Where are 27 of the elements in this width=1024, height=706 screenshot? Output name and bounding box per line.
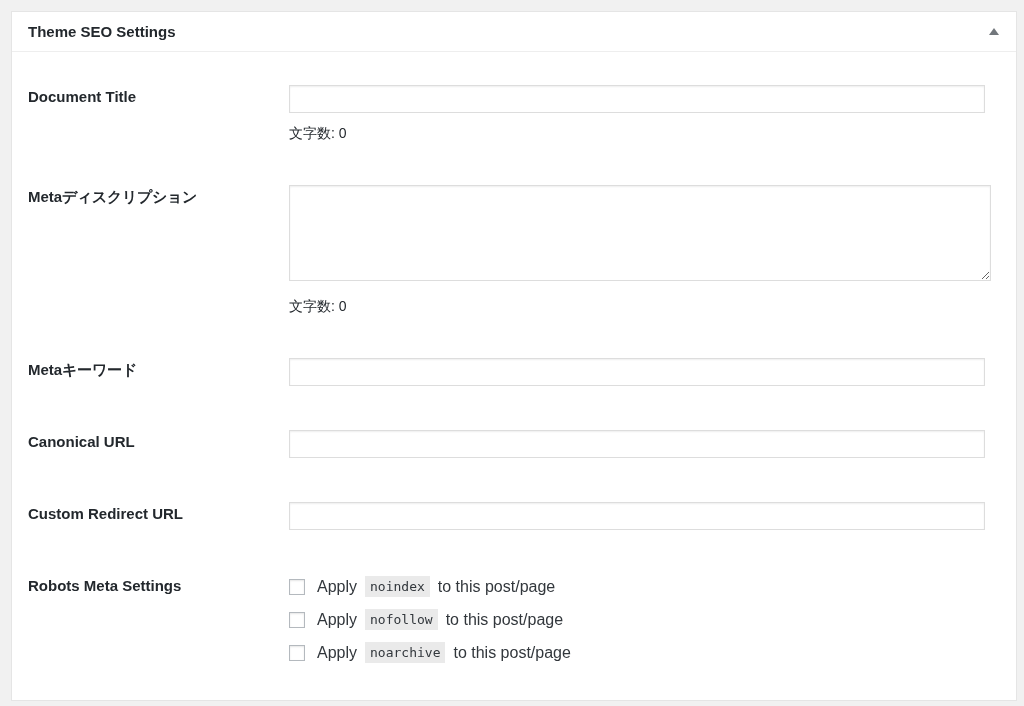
option-text: Apply [317,610,358,629]
field-label: Metaディスクリプション [28,187,199,207]
panel-title: Theme SEO Settings [28,23,176,40]
option-text: to this post/page [453,643,571,662]
field-label: Document Title [28,87,138,107]
checkbox[interactable] [289,611,305,628]
option-text: Apply [317,577,358,596]
checkbox[interactable] [289,644,305,661]
input-field[interactable] [289,430,985,458]
field-label: Metaキーワード [28,360,139,380]
code-tag: noindex [365,576,430,597]
character-count: 文字数: 0 [289,298,348,314]
option-text: Apply [317,643,358,662]
checkbox[interactable] [289,578,305,595]
input-field[interactable] [289,358,985,386]
code-tag: noarchive [365,642,446,663]
code-tag: nofollow [365,609,438,630]
option-text: to this post/page [437,577,556,596]
field-label: Canonical URL [28,432,136,452]
input-field[interactable] [289,502,985,530]
field-label: Robots Meta Settings [28,576,183,596]
collapse-toggle-icon[interactable] [989,28,999,35]
text-area[interactable] [289,185,991,281]
option-text: to this post/page [445,610,564,629]
input-field[interactable] [289,85,985,113]
field-label: Custom Redirect URL [28,504,185,524]
character-count: 文字数: 0 [289,125,348,141]
